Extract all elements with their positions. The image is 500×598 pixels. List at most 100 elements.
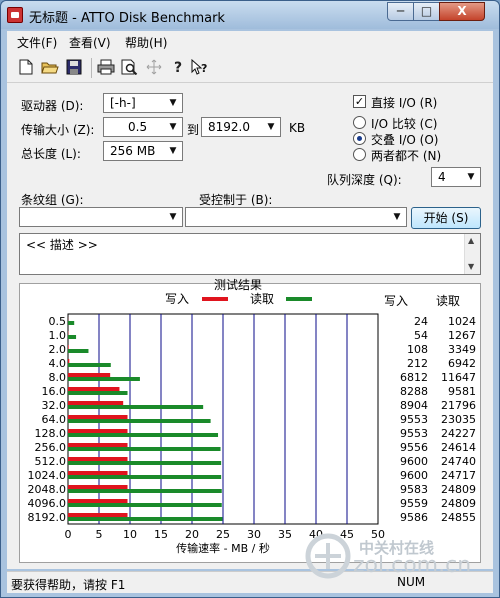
read-value: 1267 [448,329,476,342]
chevron-down-icon[interactable]: ▼ [166,209,180,225]
write-bar [68,373,111,377]
toolbar-separator [91,58,92,78]
total-length-select[interactable]: 256 MB ▼ [103,141,183,161]
read-value: 24740 [441,455,476,468]
chevron-down-icon[interactable]: ▼ [166,143,180,159]
write-bar [68,387,120,391]
overlapped-io-radio[interactable] [353,132,366,145]
io-compare-radio[interactable] [353,116,366,129]
read-bar [68,461,222,465]
read-value: 6942 [448,357,476,370]
y-tick-label: 2048.0 [28,483,67,496]
queue-depth-select[interactable]: 4 ▼ [431,167,481,187]
y-tick-label: 0.5 [49,315,67,328]
menu-file[interactable]: 文件(F) [17,34,57,51]
y-tick-label: 8.0 [49,371,67,384]
main-panel: 驱动器 (D): [-h-] ▼ 传输大小 (Z): 0.5 ▼ 到 8192.… [7,83,493,569]
scroll-down-icon[interactable]: ▼ [468,262,474,271]
y-tick-label: 1.0 [49,329,67,342]
write-bar [68,345,69,349]
toolbar: ? ? [7,53,493,83]
chevron-down-icon[interactable]: ▼ [166,95,180,111]
write-value: 9553 [400,413,428,426]
transfer-from-select[interactable]: 0.5 ▼ [103,117,183,137]
save-icon[interactable] [65,59,83,77]
maximize-button[interactable]: □ [413,2,440,21]
chevron-down-icon[interactable]: ▼ [390,209,404,225]
x-tick-label: 25 [216,528,230,541]
io-compare-label: I/O 比较 (C) [371,117,438,131]
direct-io-checkbox[interactable]: ✓ [353,95,366,108]
write-value: 9600 [400,455,428,468]
print-preview-icon[interactable] [121,59,139,77]
description-box[interactable]: << 描述 >> ▲ ▼ [19,233,481,275]
move-icon[interactable] [145,59,163,77]
scroll-up-icon[interactable]: ▲ [468,236,474,245]
legend-write-swatch [202,297,228,301]
read-value: 24809 [441,483,476,496]
read-bar [68,503,222,507]
read-value: 24809 [441,497,476,510]
kb-label: KB [289,121,306,135]
read-bar [68,475,222,479]
read-bar [68,419,211,423]
menu-help[interactable]: 帮助(H) [125,34,167,51]
new-icon[interactable] [17,59,35,77]
neither-radio[interactable] [353,148,366,161]
chevron-down-icon[interactable]: ▼ [166,119,180,135]
write-value: 212 [407,357,428,370]
legend-read-swatch [286,297,312,301]
write-value: 9553 [400,427,428,440]
app-window: 无标题 - ATTO Disk Benchmark ─ □ X 文件(F) 查看… [0,0,500,598]
write-value: 108 [407,343,428,356]
transfer-from-value: 0.5 [128,120,148,134]
context-help-icon[interactable]: ? [191,58,209,77]
write-value: 9600 [400,469,428,482]
read-value: 24717 [441,469,476,482]
io-options-group: ✓ 直接 I/O (R) I/O 比较 (C) 交叠 I/O (O) 两者都不 … [347,95,485,165]
write-bar [68,457,128,461]
write-bar [68,513,128,517]
close-button[interactable]: X [439,2,485,21]
stripe-group-select[interactable]: ▼ [19,207,183,227]
write-value: 9586 [400,511,428,524]
description-scrollbar[interactable]: ▲ ▼ [464,234,480,274]
x-tick-label: 0 [65,528,72,541]
read-value: 21796 [441,399,476,412]
transfer-to-select[interactable]: 8192.0 ▼ [201,117,281,137]
status-help-text: 要获得帮助，请按 F1 [11,578,126,592]
print-icon[interactable] [97,59,115,77]
open-icon[interactable] [41,59,59,77]
read-bar [68,335,77,339]
chevron-down-icon[interactable]: ▼ [264,119,278,135]
title-bar[interactable]: 无标题 - ATTO Disk Benchmark ─ □ X [1,1,499,29]
read-value: 9581 [448,385,476,398]
read-bar [68,489,222,493]
app-icon[interactable] [7,7,23,23]
start-button[interactable]: 开始 (S) [411,207,481,229]
y-tick-label: 16.0 [42,385,67,398]
queue-depth-value: 4 [438,170,446,184]
transfer-size-label: 传输大小 (Z): [21,123,95,137]
minimize-button[interactable]: ─ [387,2,414,21]
x-tick-label: 5 [96,528,103,541]
controlled-by-select[interactable]: ▼ [185,207,407,227]
y-tick-label: 8192.0 [28,511,67,524]
write-value: 9583 [400,483,428,496]
y-tick-label: 4096.0 [28,497,67,510]
x-tick-label: 15 [154,528,168,541]
read-value: 1024 [448,315,476,328]
write-value: 8288 [400,385,428,398]
chevron-down-icon[interactable]: ▼ [464,169,478,185]
read-value: 24855 [441,511,476,524]
menu-view[interactable]: 查看(V) [69,34,111,51]
help-icon[interactable]: ? [169,59,187,77]
write-bar [68,415,128,419]
x-axis-label: 传输速率 - MB / 秒 [176,541,270,555]
description-text: << 描述 >> [26,238,98,252]
x-tick-label: 10 [123,528,137,541]
drive-select[interactable]: [-h-] ▼ [103,93,183,113]
write-value: 8904 [400,399,428,412]
read-value: 3349 [448,343,476,356]
read-value: 24227 [441,427,476,440]
